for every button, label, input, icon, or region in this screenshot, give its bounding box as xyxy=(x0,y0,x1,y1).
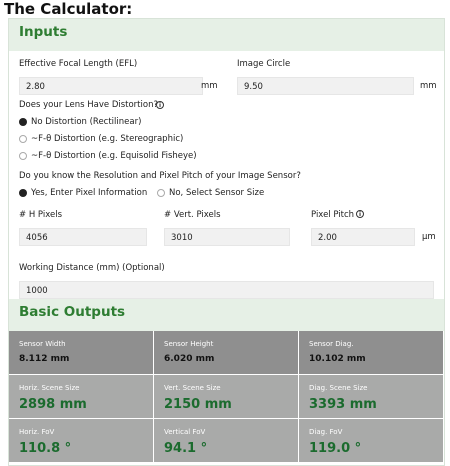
radio-ftheta-stereographic-label[interactable]: ~F-θ Distortion (e.g. Stereographic) xyxy=(31,134,183,144)
resolution-question: Do you know the Resolution and Pixel Pit… xyxy=(19,171,301,181)
radio-no-distortion-label[interactable]: No Distortion (Rectilinear) xyxy=(31,117,141,127)
efl-input[interactable]: 2.80 xyxy=(19,77,203,95)
h-pixels-input[interactable]: 4056 xyxy=(19,228,147,246)
output-title: Sensor Width xyxy=(19,340,66,348)
output-title: Diag. FoV xyxy=(309,428,343,436)
output-title: Sensor Diag. xyxy=(309,340,354,348)
outputs-heading: Basic Outputs xyxy=(19,304,126,320)
output-value: 10.102 mm xyxy=(309,354,366,364)
output-sensor-width: Sensor Width 8.112 mm xyxy=(9,331,153,374)
efl-label: Effective Focal Length (EFL) xyxy=(19,59,138,69)
pixel-pitch-label: Pixel Pitch xyxy=(311,210,355,220)
pixel-pitch-unit: µm xyxy=(422,232,436,242)
output-value: 110.8 ° xyxy=(19,441,72,456)
output-vertical-fov: Vertical FoV 94.1 ° xyxy=(154,419,298,462)
output-value: 119.0 ° xyxy=(309,441,362,456)
radio-no-sensor-size[interactable] xyxy=(157,189,165,197)
working-distance-label: Working Distance (mm) (Optional) xyxy=(19,263,165,273)
radio-ftheta-equisolid[interactable] xyxy=(19,152,27,160)
pixel-pitch-info-icon[interactable]: i xyxy=(356,210,364,218)
image-circle-label: Image Circle xyxy=(237,59,291,69)
output-value: 94.1 ° xyxy=(164,441,208,456)
radio-no-distortion[interactable] xyxy=(19,118,27,126)
radio-ftheta-stereographic[interactable] xyxy=(19,135,27,143)
efl-unit: mm xyxy=(201,81,218,91)
output-title: Vertical FoV xyxy=(164,428,206,436)
radio-no-sensor-size-label[interactable]: No, Select Sensor Size xyxy=(169,188,264,198)
output-value: 2150 mm xyxy=(164,397,232,412)
radio-yes-pixel-info[interactable] xyxy=(19,189,27,197)
output-value: 2898 mm xyxy=(19,397,87,412)
radio-ftheta-equisolid-label[interactable]: ~F-θ Distortion (e.g. Equisolid Fisheye) xyxy=(31,151,197,161)
radio-yes-pixel-info-label[interactable]: Yes, Enter Pixel Information xyxy=(31,188,147,198)
output-title: Vert. Scene Size xyxy=(164,384,221,392)
distortion-question: Does your Lens Have Distortion? xyxy=(19,100,158,110)
outputs-header: Basic Outputs xyxy=(9,299,444,331)
output-vert-scene-size: Vert. Scene Size 2150 mm xyxy=(154,375,298,418)
h-pixels-label: # H Pixels xyxy=(19,210,63,220)
output-sensor-diag: Sensor Diag. 10.102 mm xyxy=(299,331,443,374)
pixel-pitch-input[interactable]: 2.00 xyxy=(311,228,415,246)
info-icon[interactable]: i xyxy=(156,101,164,109)
calculator-panel: Inputs Effective Focal Length (EFL) 2.80… xyxy=(8,18,445,466)
output-title: Horiz. Scene Size xyxy=(19,384,80,392)
output-diag-fov: Diag. FoV 119.0 ° xyxy=(299,419,443,462)
output-value: 3393 mm xyxy=(309,397,377,412)
output-horiz-scene-size: Horiz. Scene Size 2898 mm xyxy=(9,375,153,418)
v-pixels-label: # Vert. Pixels xyxy=(164,210,221,220)
output-title: Horiz. FoV xyxy=(19,428,55,436)
output-title: Diag. Scene Size xyxy=(309,384,368,392)
v-pixels-input[interactable]: 3010 xyxy=(164,228,290,246)
inputs-header: Inputs xyxy=(9,19,444,51)
output-value: 6.020 mm xyxy=(164,354,215,364)
page-title: The Calculator: xyxy=(4,0,133,18)
output-value: 8.112 mm xyxy=(19,354,70,364)
output-diag-scene-size: Diag. Scene Size 3393 mm xyxy=(299,375,443,418)
output-title: Sensor Height xyxy=(164,340,214,348)
working-distance-input[interactable]: 1000 xyxy=(19,281,434,299)
output-sensor-height: Sensor Height 6.020 mm xyxy=(154,331,298,374)
image-circle-unit: mm xyxy=(420,81,437,91)
inputs-heading: Inputs xyxy=(19,24,68,40)
image-circle-input[interactable]: 9.50 xyxy=(237,77,414,95)
output-horiz-fov: Horiz. FoV 110.8 ° xyxy=(9,419,153,462)
